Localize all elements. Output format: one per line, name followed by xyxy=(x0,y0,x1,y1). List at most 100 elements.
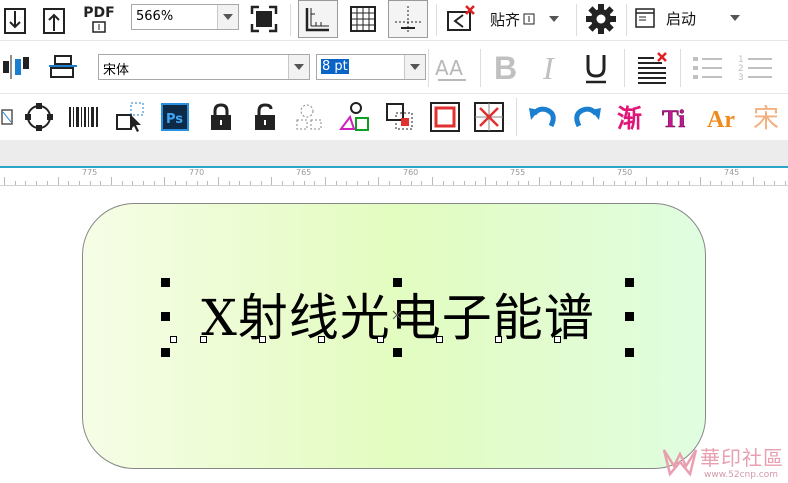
font-scale-icon[interactable]: AA xyxy=(432,49,472,87)
underline-icon[interactable] xyxy=(578,49,614,87)
artistic-text-icon[interactable]: Ar xyxy=(704,100,744,134)
ellipse-nodes-icon[interactable] xyxy=(20,100,58,134)
selection-handle[interactable] xyxy=(161,348,170,357)
ruler-tick xyxy=(143,181,144,185)
ruler-tick xyxy=(464,181,465,185)
titanium-text-icon[interactable]: Ti xyxy=(658,100,698,134)
undo-icon[interactable] xyxy=(524,100,562,134)
separator xyxy=(290,4,291,36)
show-rulers-icon[interactable] xyxy=(298,0,338,38)
ruler-tick xyxy=(336,181,337,185)
show-guidelines-icon[interactable] xyxy=(388,0,428,38)
ruler-tick xyxy=(453,181,454,185)
ruler-tick xyxy=(507,181,508,185)
ruler-tick xyxy=(635,181,636,185)
redo-icon[interactable] xyxy=(568,100,606,134)
character-node[interactable] xyxy=(200,336,207,343)
character-node[interactable] xyxy=(259,336,266,343)
ruler-tick xyxy=(239,181,240,185)
partial-tool-icon[interactable] xyxy=(0,100,14,134)
zoom-dropdown-button[interactable] xyxy=(217,5,238,29)
bold-icon[interactable]: B xyxy=(488,49,524,87)
ruler-tick xyxy=(282,181,283,185)
group-objects-icon[interactable] xyxy=(292,100,328,134)
font-family-combo[interactable]: 宋体 xyxy=(98,54,310,80)
horizontal-ruler[interactable]: 775 770 765 760 755 750 745 xyxy=(0,168,788,186)
watermark-text: 華印社區 xyxy=(700,446,784,470)
document-tab-bar xyxy=(0,140,788,167)
full-screen-icon[interactable] xyxy=(246,2,282,36)
selection-handle[interactable] xyxy=(393,348,402,357)
gradient-text-icon[interactable]: 渐 xyxy=(614,100,652,134)
text-position-icon[interactable] xyxy=(46,51,80,83)
zoom-value: 566% xyxy=(136,9,174,24)
ruler-tick xyxy=(4,177,5,185)
song-font-icon[interactable]: 宋 xyxy=(750,100,788,134)
unlock-icon[interactable] xyxy=(248,100,282,134)
character-node[interactable] xyxy=(377,336,384,343)
delete-frame-icon[interactable] xyxy=(470,100,508,134)
selection-handle[interactable] xyxy=(625,348,634,357)
ruler-tick xyxy=(378,177,379,185)
italic-icon[interactable]: I xyxy=(532,49,568,87)
chevron-down-icon xyxy=(294,64,304,70)
selection-handle[interactable] xyxy=(625,278,634,287)
publish-pdf-button[interactable]: PDF xyxy=(80,2,118,36)
ruler-tick xyxy=(293,181,294,185)
font-family-dropdown-button[interactable] xyxy=(288,55,309,79)
import-icon[interactable] xyxy=(0,4,30,36)
character-node[interactable] xyxy=(554,336,561,343)
ruler-tick xyxy=(47,181,48,185)
text-align-icon[interactable] xyxy=(0,51,34,83)
zoom-combo[interactable]: 566% xyxy=(131,4,239,30)
character-node[interactable] xyxy=(495,336,502,343)
chevron-down-icon xyxy=(730,15,741,21)
ruler-label: 750 xyxy=(617,168,633,177)
combine-shapes-icon[interactable] xyxy=(382,100,420,134)
selection-handle[interactable] xyxy=(393,278,402,287)
select-inside-icon[interactable] xyxy=(110,100,150,134)
svg-text:3: 3 xyxy=(738,73,744,83)
numbered-list-icon[interactable]: 123 xyxy=(734,49,778,87)
ruler-tick xyxy=(325,177,326,185)
clear-formatting-icon[interactable] xyxy=(632,49,672,87)
ruler-tick xyxy=(678,181,679,185)
photoshop-icon[interactable]: Ps xyxy=(158,100,192,134)
ruler-tick xyxy=(421,181,422,185)
chevron-down-icon xyxy=(223,14,233,20)
selection-handle[interactable] xyxy=(161,278,170,287)
ruler-tick xyxy=(15,181,16,185)
ruler-tick xyxy=(58,177,59,185)
snap-off-icon[interactable] xyxy=(442,2,480,36)
ruler-tick xyxy=(625,181,626,185)
show-grid-icon[interactable] xyxy=(344,2,382,36)
ruler-tick xyxy=(389,181,390,185)
ruler-tick xyxy=(122,181,123,185)
font-size-combo[interactable]: 8 pt xyxy=(316,54,426,80)
ruler-tick xyxy=(443,181,444,185)
pdf-label: PDF xyxy=(83,5,115,21)
bounding-frame-icon[interactable] xyxy=(426,100,464,134)
ruler-tick xyxy=(774,181,775,185)
character-node[interactable] xyxy=(318,336,325,343)
selection-handle[interactable] xyxy=(625,312,634,321)
character-node[interactable] xyxy=(436,336,443,343)
export-icon[interactable] xyxy=(38,4,70,36)
lock-icon[interactable] xyxy=(204,100,238,134)
snap-to-dropdown[interactable]: 贴齐 xyxy=(490,6,570,32)
options-gear-icon[interactable] xyxy=(582,2,620,36)
launch-dropdown[interactable]: 启动 xyxy=(634,4,754,32)
shapes-color-icon[interactable] xyxy=(336,100,374,134)
separator xyxy=(436,4,437,36)
ruler-tick xyxy=(229,181,230,185)
selection-handle[interactable] xyxy=(161,312,170,321)
chevron-down-icon xyxy=(549,16,560,22)
ruler-tick xyxy=(368,181,369,185)
ruler-tick xyxy=(411,181,412,185)
ruler-tick xyxy=(207,181,208,185)
barcode-icon[interactable] xyxy=(64,100,104,134)
ruler-tick xyxy=(304,181,305,185)
font-size-dropdown-button[interactable] xyxy=(404,55,425,79)
bullet-list-icon[interactable] xyxy=(688,49,726,87)
character-node[interactable] xyxy=(170,336,177,343)
